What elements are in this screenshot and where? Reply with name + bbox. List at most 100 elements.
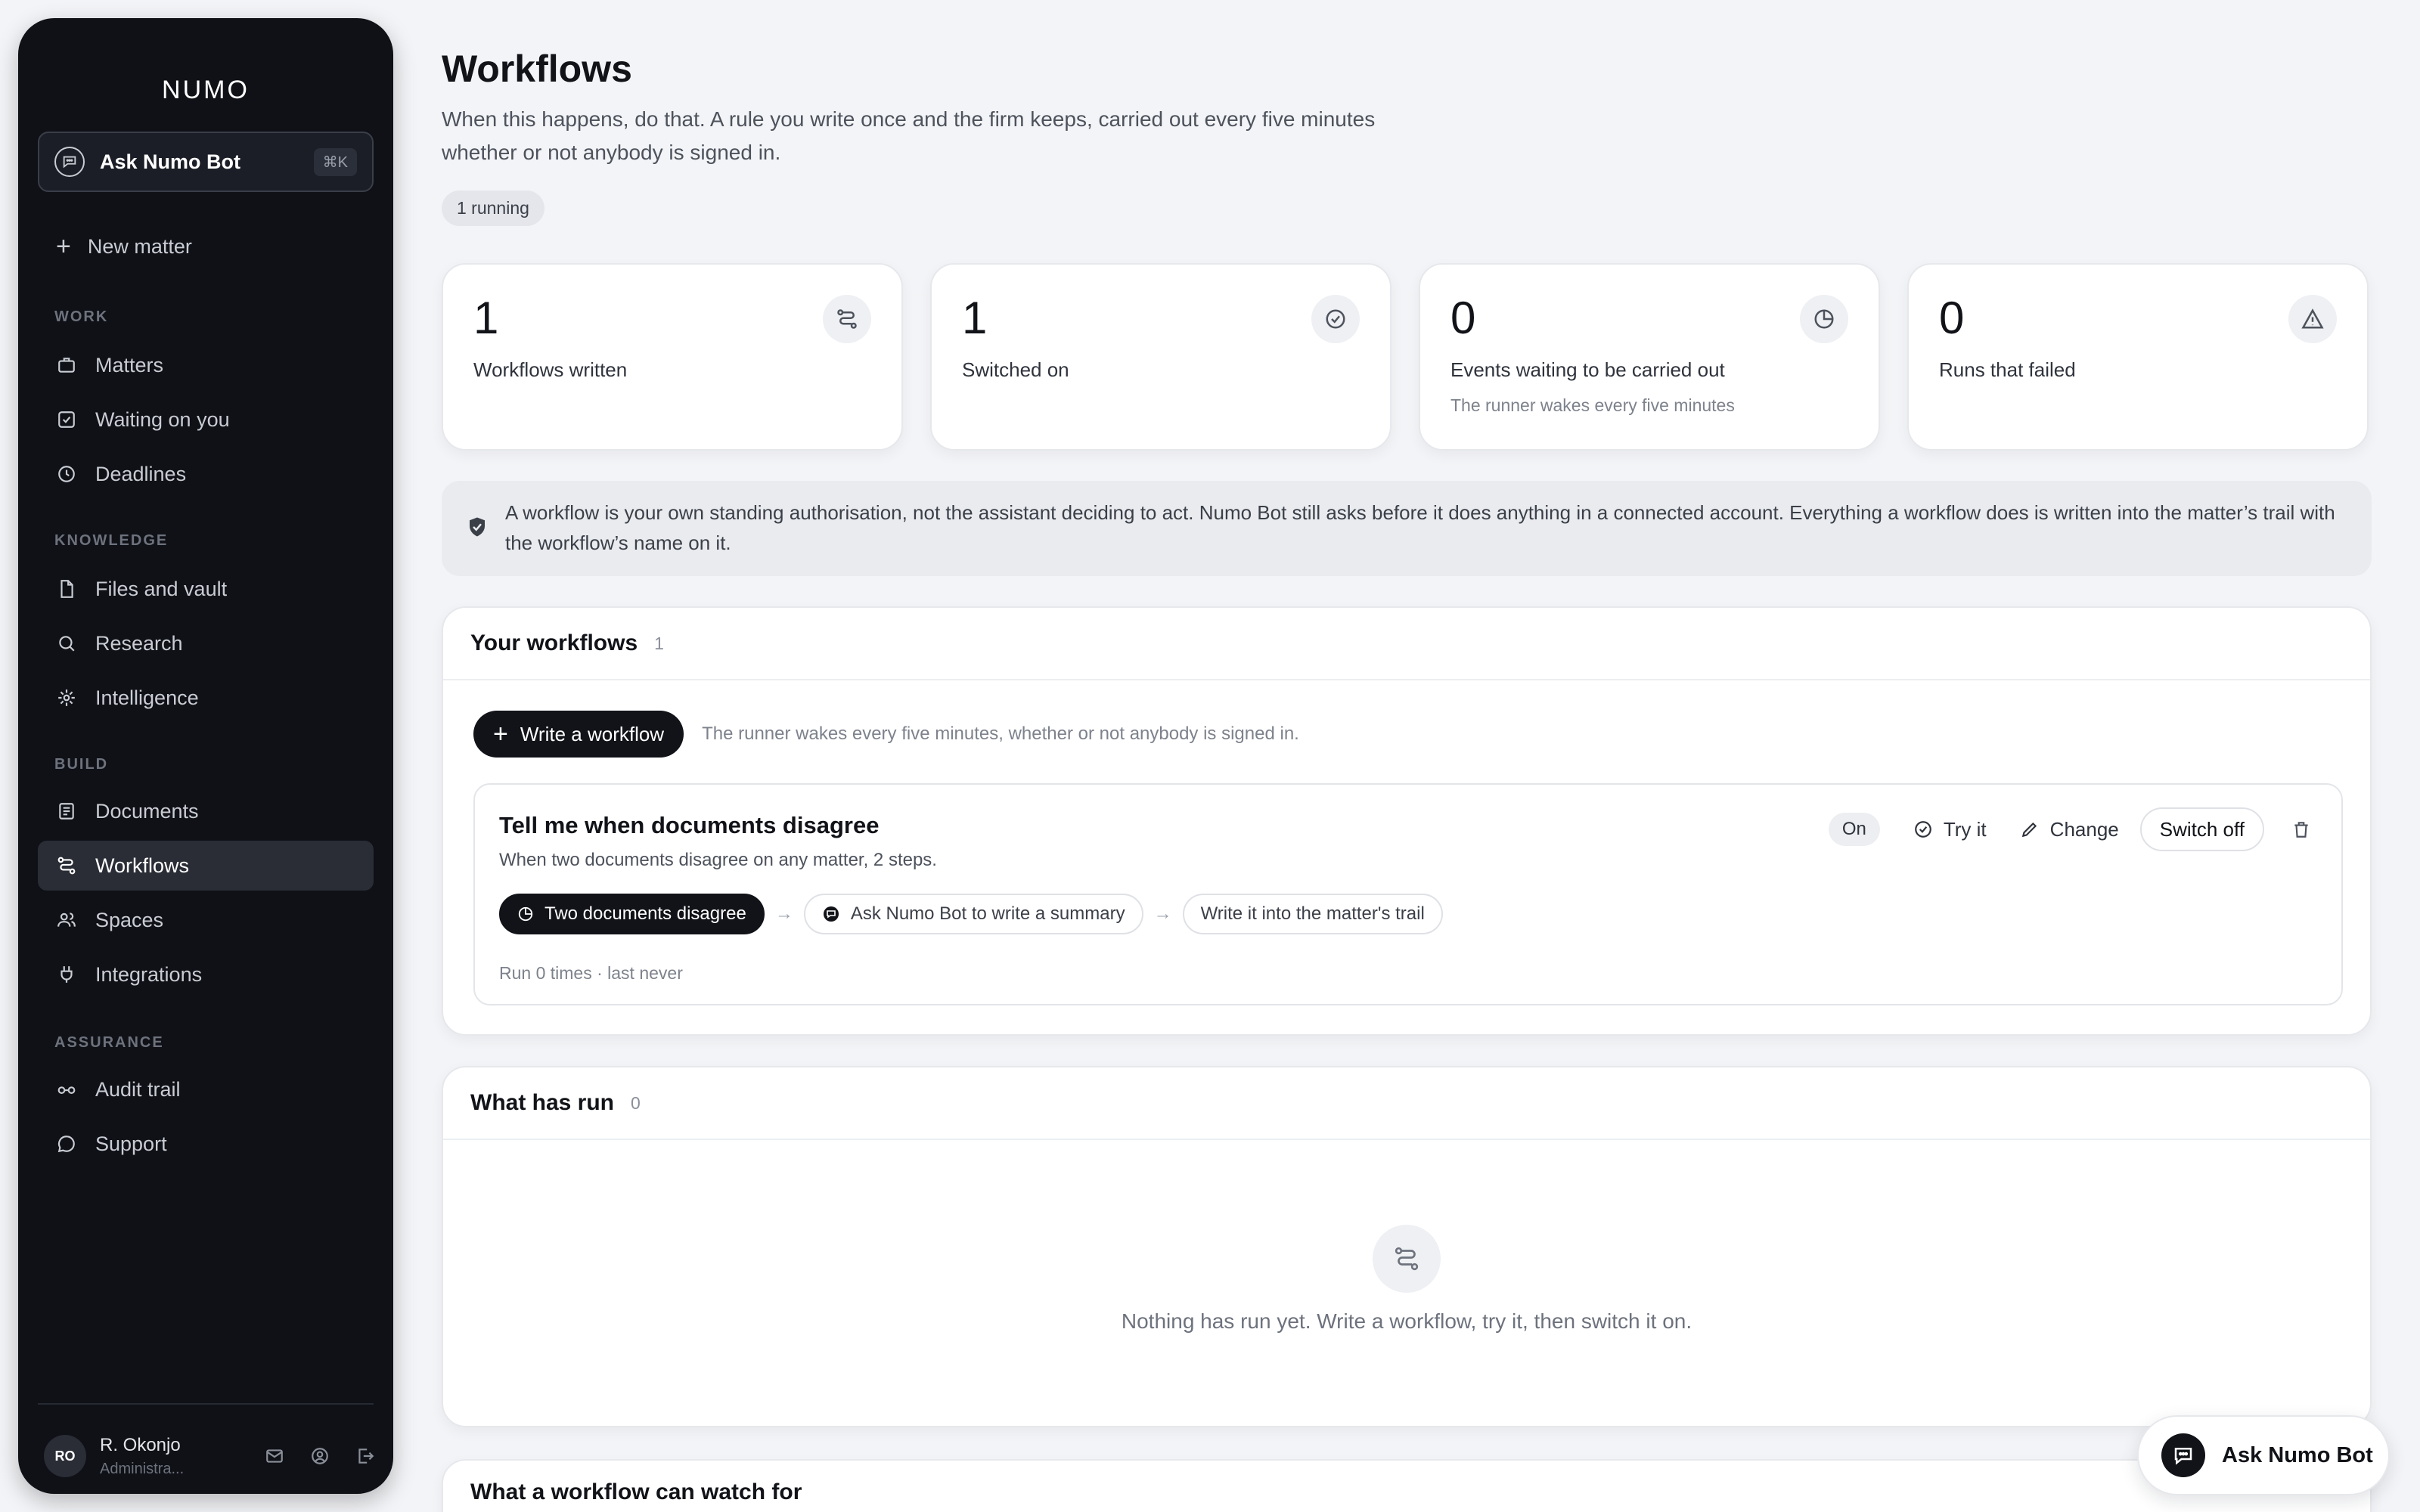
chat-bubble-icon: [54, 147, 85, 177]
numo-logo[interactable]: NUMO: [18, 76, 393, 105]
section-count: 1: [654, 633, 664, 653]
workflow-item[interactable]: Tell me when documents disagree When two…: [473, 783, 2343, 1005]
write-hint: The runner wakes every five minutes, whe…: [702, 723, 1299, 744]
stat-card-workflows-written: 1 Workflows written: [442, 263, 903, 451]
section-heading: Your workflows: [470, 631, 638, 655]
sign-out-icon[interactable]: [354, 1445, 377, 1467]
workflow-icon: [56, 855, 77, 876]
sidebar-item-waiting[interactable]: Waiting on you: [38, 395, 374, 445]
arrow-right-icon: →: [774, 903, 793, 924]
sidebar-item-label: Research: [95, 631, 183, 655]
sidebar-item-spaces[interactable]: Spaces: [38, 895, 374, 945]
empty-state: Nothing has run yet. Write a workflow, t…: [443, 1140, 2370, 1427]
shield-icon: [466, 516, 489, 547]
sidebar-item-label: Support: [95, 1132, 167, 1155]
ask-numo-bot-button[interactable]: Ask Numo Bot ⌘K: [38, 132, 374, 192]
notice-text: A workflow is your own standing authoris…: [505, 501, 2335, 554]
card-header: What has run 0: [443, 1067, 2370, 1140]
sidebar-item-deadlines[interactable]: Deadlines: [38, 449, 374, 499]
sidebar-item-documents[interactable]: Documents: [38, 786, 374, 836]
floating-ask-numo-bot-button[interactable]: Ask Numo Bot: [2137, 1415, 2390, 1495]
sidebar-item-support[interactable]: Support: [38, 1119, 374, 1169]
checkbox-icon: [56, 409, 77, 430]
card-header: Your workflows 1: [443, 608, 2370, 680]
chat-bubble-icon: [2161, 1433, 2205, 1477]
write-workflow-button[interactable]: + Write a workflow: [473, 711, 684, 758]
stat-label: Runs that failed: [1939, 358, 2076, 381]
check-circle-icon: [1311, 295, 1360, 343]
new-matter-button[interactable]: + New matter: [56, 234, 192, 259]
profile-icon[interactable]: [309, 1445, 331, 1467]
workflow-steps: Two documents disagree → Ask Numo Bot to…: [499, 894, 1443, 934]
authorisation-notice: A workflow is your own standing authoris…: [442, 481, 2372, 576]
action-step[interactable]: Write it into the matter's trail: [1182, 894, 1443, 934]
your-workflows-card: Your workflows 1 + Write a workflow The …: [442, 606, 2372, 1036]
sidebar-item-research[interactable]: Research: [38, 618, 374, 668]
stat-value: 0: [1450, 293, 1476, 343]
sidebar-item-integrations[interactable]: Integrations: [38, 950, 374, 999]
card-header: What a workflow can watch for: [443, 1461, 2370, 1512]
stat-value: 1: [473, 293, 499, 343]
stat-label: Events waiting to be carried out: [1450, 358, 1725, 381]
step-label: Write it into the matter's trail: [1200, 903, 1425, 924]
trigger-step[interactable]: Two documents disagree: [499, 894, 765, 934]
briefcase-icon: [56, 355, 77, 376]
section-build: BUILD: [54, 756, 109, 773]
timer-icon: [1800, 295, 1848, 343]
ask-numo-bot-label: Ask Numo Bot: [100, 150, 241, 173]
run-info: Run 0 times · last never: [499, 963, 683, 983]
empty-state-text: Nothing has run yet. Write a workflow, t…: [1121, 1309, 1692, 1333]
change-button[interactable]: Change: [2020, 818, 2119, 841]
page-subtitle: When this happens, do that. A rule you w…: [442, 107, 1376, 164]
document-icon: [56, 801, 77, 822]
sidebar-item-matters[interactable]: Matters: [38, 340, 374, 390]
change-label: Change: [2049, 817, 2119, 841]
sparkle-icon: [56, 687, 77, 708]
plug-icon: [56, 964, 77, 985]
switch-off-button[interactable]: Switch off: [2139, 807, 2264, 851]
sidebar-item-label: Workflows: [95, 854, 190, 877]
sidebar-item-label: Deadlines: [95, 462, 187, 485]
shortcut-badge: ⌘K: [313, 147, 357, 176]
status-badge: On: [1828, 813, 1880, 846]
timer-icon: [517, 906, 534, 922]
arrow-right-icon: →: [1153, 903, 1172, 924]
sidebar-item-label: Integrations: [95, 962, 203, 986]
section-heading: What has run: [470, 1090, 615, 1115]
workflow-actions: On Try it Change Switch off: [1828, 807, 2311, 851]
section-count: 0: [631, 1092, 641, 1113]
stat-value: 1: [962, 293, 988, 343]
sidebar-item-label: Files and vault: [95, 577, 228, 600]
sidebar-item-audit[interactable]: Audit trail: [38, 1064, 374, 1114]
clock-icon: [56, 463, 77, 485]
sidebar-item-label: Documents: [95, 799, 199, 823]
plus-icon: +: [493, 720, 508, 748]
sidebar-divider: [38, 1403, 374, 1405]
sidebar-item-workflows[interactable]: Workflows: [38, 841, 374, 891]
pencil-icon: [2020, 820, 2040, 839]
file-icon: [56, 578, 77, 600]
sidebar-item-intelligence[interactable]: Intelligence: [38, 673, 374, 723]
new-matter-label: New matter: [87, 234, 192, 258]
app-root: NUMO Ask Numo Bot ⌘K + New matter WORK M…: [0, 0, 2420, 1512]
people-icon: [56, 909, 77, 931]
try-it-button[interactable]: Try it: [1913, 818, 1987, 841]
action-step[interactable]: Ask Numo Bot to write a summary: [803, 894, 1143, 934]
write-row: + Write a workflow The runner wakes ever…: [473, 711, 1299, 758]
sidebar-item-label: Spaces: [95, 908, 164, 931]
bot-icon: [822, 905, 840, 923]
page-title: Workflows: [442, 48, 632, 90]
user-panel: RO R. Okonjo Administra...: [44, 1426, 377, 1486]
mail-icon[interactable]: [263, 1445, 286, 1467]
user-role: Administra...: [100, 1460, 185, 1477]
workflow-name[interactable]: Tell me when documents disagree: [499, 812, 879, 839]
warning-icon: [2288, 295, 2337, 343]
workflow-description: When two documents disagree on any matte…: [499, 850, 937, 870]
sidebar-item-files[interactable]: Files and vault: [38, 564, 374, 614]
stat-label: Workflows written: [473, 358, 628, 381]
workflow-icon: [823, 295, 871, 343]
avatar[interactable]: RO: [44, 1435, 86, 1477]
trash-icon[interactable]: [2291, 820, 2311, 839]
sidebar-item-label: Audit trail: [95, 1077, 181, 1101]
watch-for-card: What a workflow can watch for: [442, 1459, 2372, 1512]
